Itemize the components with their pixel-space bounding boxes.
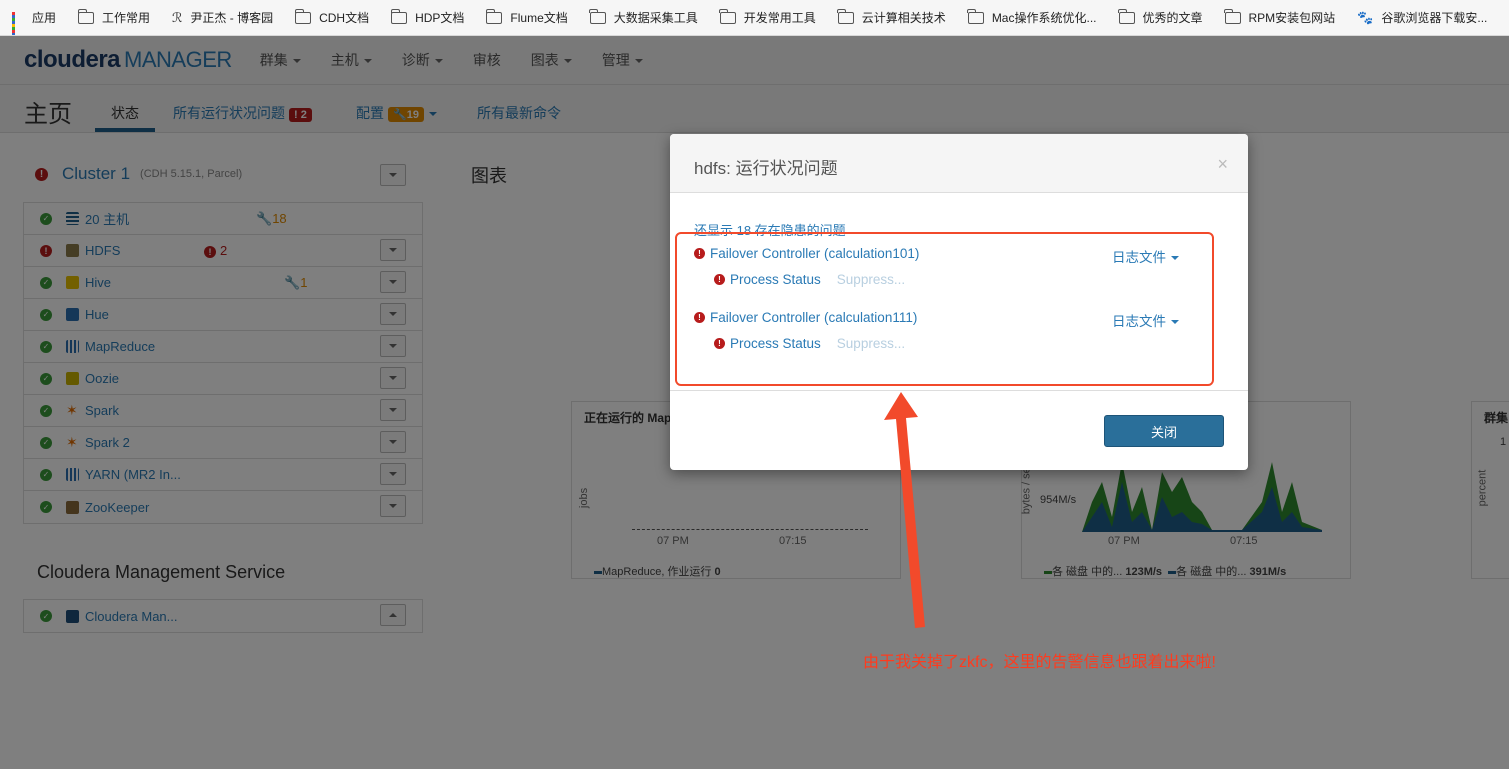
annotation-arrow-shape [884,392,925,628]
annotation-text: 由于我关掉了zkfc，这里的告警信息也跟着出来啦! [863,654,1216,671]
annotation-arrow [884,392,925,628]
